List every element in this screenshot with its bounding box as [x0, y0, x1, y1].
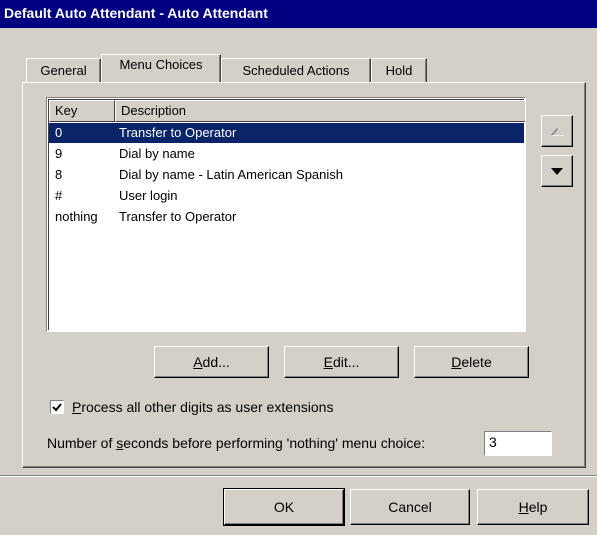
mnemonic: H — [518, 499, 529, 515]
tab-label: Hold — [385, 63, 413, 78]
button-label: elp — [528, 499, 548, 515]
label-text: Number of — [47, 435, 117, 451]
item-key: 8 — [55, 167, 63, 182]
list-header: Key Description — [49, 100, 525, 122]
ok-button[interactable]: OK — [223, 488, 345, 526]
nothing-timeout-input[interactable]: 3 — [484, 431, 552, 456]
item-key: nothing — [55, 209, 98, 224]
button-label: Cancel — [388, 499, 432, 515]
tab-menu-choices[interactable]: Menu Choices — [101, 54, 221, 82]
tab-label: General — [40, 63, 87, 78]
delete-button[interactable]: Delete — [414, 346, 529, 378]
nothing-timeout-label: Number of seconds before performing 'not… — [47, 435, 425, 451]
mnemonic: A — [193, 354, 203, 370]
column-header-key[interactable]: Key — [49, 100, 115, 122]
process-digits-label[interactable]: Process all other digits as user extensi… — [72, 399, 333, 415]
divider — [0, 475, 597, 477]
item-description: Dial by name — [119, 146, 195, 161]
window-title: Default Auto Attendant - Auto Attendant — [4, 5, 268, 21]
move-up-button[interactable] — [541, 115, 573, 147]
mnemonic: D — [451, 354, 462, 370]
checkmark-icon — [52, 403, 62, 412]
tab-scheduled-actions[interactable]: Scheduled Actions — [221, 58, 371, 82]
arrow-down-icon — [551, 168, 563, 175]
item-key: 9 — [55, 146, 63, 161]
edit-button[interactable]: Edit... — [284, 346, 399, 378]
list-item[interactable]: 8 Dial by name - Latin American Spanish — [49, 165, 524, 185]
title-bar[interactable]: Default Auto Attendant - Auto Attendant — [0, 0, 597, 28]
mnemonic: E — [323, 354, 333, 370]
menu-choices-list[interactable]: Key Description 0 Transfer to Operator 9… — [46, 97, 526, 332]
button-label: elete — [461, 354, 492, 370]
tab-hold[interactable]: Hold — [371, 58, 427, 82]
tab-general[interactable]: General — [26, 58, 101, 82]
input-value: 3 — [489, 434, 497, 450]
item-description: Transfer to Operator — [119, 209, 237, 224]
item-key: # — [55, 188, 63, 203]
button-label: dd... — [202, 354, 230, 370]
cancel-button[interactable]: Cancel — [350, 489, 470, 525]
list-item[interactable]: # User login — [49, 186, 524, 206]
process-digits-checkbox[interactable] — [50, 400, 64, 414]
list-item[interactable]: 9 Dial by name — [49, 144, 524, 164]
help-button[interactable]: Help — [477, 489, 589, 525]
list-item[interactable]: 0 Transfer to Operator — [49, 123, 524, 143]
item-description: User login — [119, 188, 178, 203]
tab-label: Menu Choices — [119, 57, 203, 72]
button-label: OK — [273, 499, 295, 515]
list-item[interactable]: nothing Transfer to Operator — [49, 207, 524, 227]
label-text: econds before performing 'nothing' menu … — [123, 435, 426, 451]
arrow-up-icon — [551, 128, 564, 136]
mnemonic: P — [72, 399, 82, 415]
item-key: 0 — [55, 125, 63, 140]
add-button[interactable]: Add... — [154, 346, 269, 378]
button-label: dit... — [332, 354, 360, 370]
column-header-label: Description — [121, 103, 187, 118]
item-description: Dial by name - Latin American Spanish — [119, 167, 344, 182]
tab-label: Scheduled Actions — [242, 63, 350, 78]
item-description: Transfer to Operator — [119, 125, 237, 140]
column-header-label: Key — [55, 103, 78, 118]
column-header-description[interactable]: Description — [115, 100, 525, 122]
move-down-button[interactable] — [541, 155, 573, 187]
label-text: rocess all other digits as user extensio… — [81, 399, 334, 415]
dialog-window: Default Auto Attendant - Auto Attendant … — [0, 0, 597, 535]
